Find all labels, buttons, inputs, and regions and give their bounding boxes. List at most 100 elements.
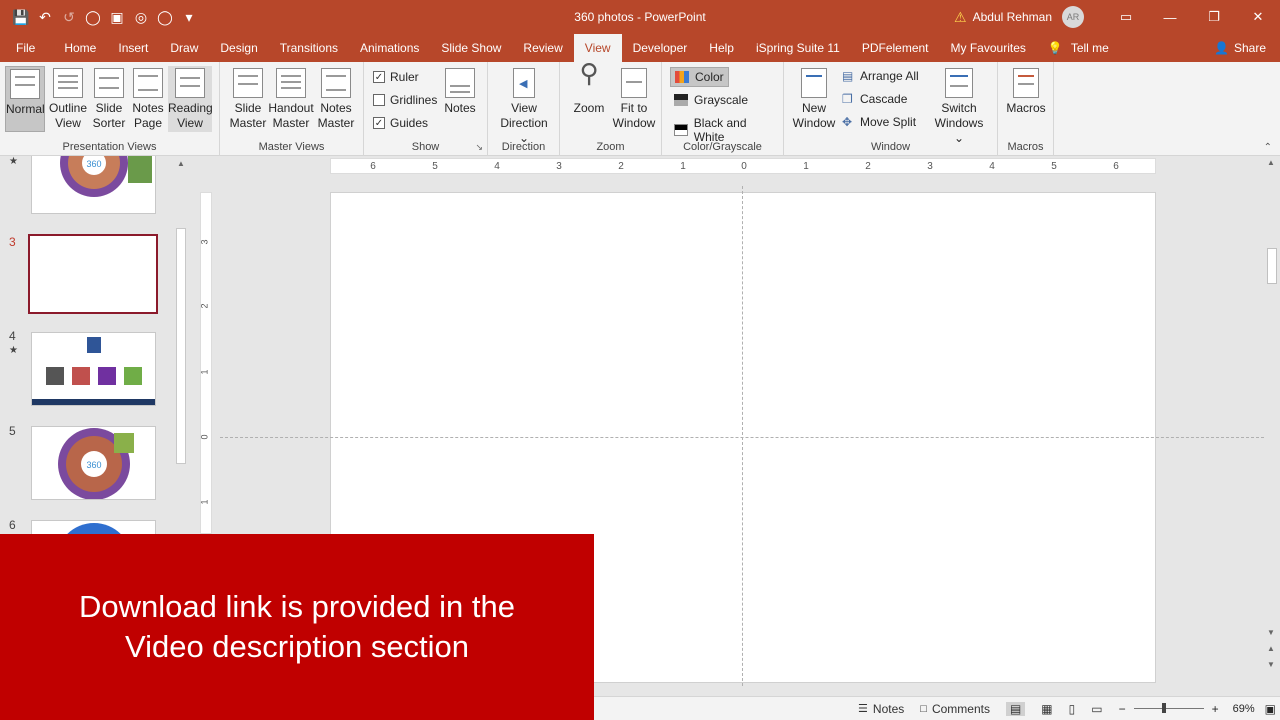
zoom-slider[interactable] [1133, 703, 1204, 713]
slideshow-icon[interactable]: ▣ [106, 6, 128, 28]
slide-thumbnail-3[interactable] [28, 234, 158, 314]
share-icon[interactable]: 👤 [1214, 41, 1229, 55]
outline-view-button[interactable]: Outline View [48, 66, 88, 131]
ruler-tick: 1 [199, 369, 210, 375]
color-swatch-icon [675, 71, 689, 83]
tab-help[interactable]: Help [698, 34, 745, 62]
cascade-button[interactable]: ❐ Cascade [838, 90, 911, 108]
zoom-slider-knob[interactable] [1161, 703, 1166, 713]
warning-icon[interactable]: ⚠ [954, 9, 967, 26]
notes-page-button[interactable]: Notes Page [130, 66, 166, 131]
print-preview-icon[interactable]: ◯ [154, 6, 176, 28]
ruler-checkbox[interactable]: ✓ Ruler [373, 70, 419, 84]
touch-mode-icon[interactable]: ◎ [130, 6, 152, 28]
slide-thumbnail-6[interactable] [31, 520, 156, 534]
reading-view-button[interactable]: Reading View [168, 66, 213, 132]
group-zoom: ⚲ Zoom Fit to Window Zoom [560, 60, 662, 156]
save-icon[interactable]: 💾 [10, 6, 32, 28]
normal-view-icon[interactable]: ▤ [1005, 701, 1026, 716]
notes-toggle[interactable]: ☰ Notes [858, 702, 904, 716]
zoom-level[interactable]: 69% [1233, 703, 1255, 715]
normal-view-button[interactable]: Normal [5, 66, 45, 132]
scrollbar-thumb[interactable] [1267, 248, 1277, 284]
zoom-button[interactable]: ⚲ Zoom [570, 60, 608, 116]
tab-ispring[interactable]: iSpring Suite 11 [745, 34, 851, 62]
next-slide-icon[interactable]: ▼ [1267, 660, 1275, 669]
reading-view-icon[interactable]: ▯ [1069, 702, 1076, 716]
user-name[interactable]: Abdul Rehman [973, 10, 1052, 24]
horizontal-guide[interactable] [220, 437, 1264, 438]
switch-windows-button[interactable]: Switch Windows ⌄ [928, 66, 990, 146]
tab-developer[interactable]: Developer [622, 34, 699, 62]
tab-draw[interactable]: Draw [159, 34, 209, 62]
arrange-all-button[interactable]: ▤ Arrange All [838, 67, 923, 85]
tab-pdfelement[interactable]: PDFelement [851, 34, 940, 62]
group-label: Color/Grayscale [683, 141, 762, 153]
view-direction-button[interactable]: ◀ View Direction ⌄ [494, 66, 554, 146]
notes-master-button[interactable]: Notes Master [316, 66, 356, 131]
scroll-up-icon[interactable]: ▲ [177, 159, 185, 168]
photo-wheel-thumbnail: 360 [58, 428, 134, 499]
scrollbar-thumb[interactable] [176, 228, 186, 464]
fit-to-window-button[interactable]: Fit to Window [612, 66, 656, 131]
ribbon-display-options-icon[interactable]: ▭ [1104, 0, 1148, 34]
tab-home[interactable]: Home [53, 34, 107, 62]
scroll-up-icon[interactable]: ▲ [1267, 158, 1275, 167]
handout-master-icon [276, 68, 306, 98]
restore-icon[interactable]: ❐ [1192, 0, 1236, 34]
slides-scrollbar[interactable]: ▲ [174, 156, 189, 534]
tell-me-box[interactable]: 💡 Tell me [1037, 34, 1120, 62]
ruler-tick: 2 [865, 161, 871, 172]
zoom-out-icon[interactable]: − [1119, 702, 1126, 716]
slide-sorter-icon[interactable]: ▦ [1041, 702, 1052, 716]
slide-thumbnail-4[interactable] [31, 332, 156, 406]
present-icon[interactable]: ◯ [82, 6, 104, 28]
previous-slide-icon[interactable]: ▲ [1267, 644, 1275, 653]
slide-thumbnail-5[interactable]: 360 [31, 426, 156, 500]
redo-icon[interactable]: ↺ [58, 6, 80, 28]
notes-button[interactable]: Notes [442, 66, 478, 116]
tab-slide-show[interactable]: Slide Show [430, 34, 512, 62]
slide-master-button[interactable]: Slide Master [228, 66, 268, 131]
group-color-grayscale: Color Grayscale Black and White Color/Gr… [662, 62, 784, 156]
tab-transitions[interactable]: Transitions [269, 34, 349, 62]
new-window-button[interactable]: New Window [792, 66, 836, 131]
macros-button[interactable]: Macros [1004, 66, 1048, 116]
new-window-icon [801, 68, 827, 98]
grayscale-button[interactable]: Grayscale [670, 91, 752, 109]
vertical-guide[interactable] [742, 186, 743, 686]
guides-checkbox[interactable]: ✓ Guides [373, 116, 428, 130]
color-button[interactable]: Color [670, 67, 729, 87]
tab-file[interactable]: File [0, 34, 53, 62]
handout-master-button[interactable]: Handout Master [268, 66, 314, 131]
zoom-in-icon[interactable]: + [1212, 702, 1219, 716]
ribbon: Normal Outline View Slide Sorter Notes P… [0, 60, 1280, 156]
tab-insert[interactable]: Insert [107, 34, 159, 62]
minimize-icon[interactable]: — [1148, 0, 1192, 34]
gridlines-checkbox[interactable]: Gridlines [373, 93, 437, 107]
collapse-ribbon-icon[interactable]: ⌃ [1264, 142, 1272, 153]
slide-thumbnail-2[interactable]: 360 [31, 156, 156, 214]
undo-icon[interactable]: ↶ [34, 6, 56, 28]
customize-qat-icon[interactable]: ▾ [178, 6, 200, 28]
reading-view-icon [175, 68, 205, 98]
ruler-check-box: ✓ [373, 71, 385, 83]
editor-scrollbar[interactable]: ▲ ▼ ▲ ▼ [1264, 156, 1280, 696]
slide-sorter-button[interactable]: Slide Sorter [90, 66, 128, 131]
slide-number: 6 [9, 518, 16, 532]
tab-animations[interactable]: Animations [349, 34, 430, 62]
fit-slide-icon[interactable]: ▣ [1265, 702, 1276, 716]
tab-review[interactable]: Review [512, 34, 573, 62]
close-icon[interactable]: ✕ [1236, 0, 1280, 34]
slideshow-icon[interactable]: ▭ [1091, 702, 1102, 716]
group-window: New Window ▤ Arrange All ❐ Cascade ✥ Mov… [784, 62, 998, 156]
tab-my-favourites[interactable]: My Favourites [940, 34, 1037, 62]
comments-toggle[interactable]: □ Comments [920, 702, 990, 716]
group-direction: ◀ View Direction ⌄ Direction [488, 62, 560, 156]
share-button[interactable]: Share [1234, 41, 1266, 55]
move-split-button[interactable]: ✥ Move Split [838, 113, 920, 131]
scroll-down-icon[interactable]: ▼ [1267, 628, 1275, 637]
avatar[interactable]: AR [1062, 6, 1084, 28]
arrange-all-icon: ▤ [842, 69, 854, 83]
tab-design[interactable]: Design [209, 34, 268, 62]
